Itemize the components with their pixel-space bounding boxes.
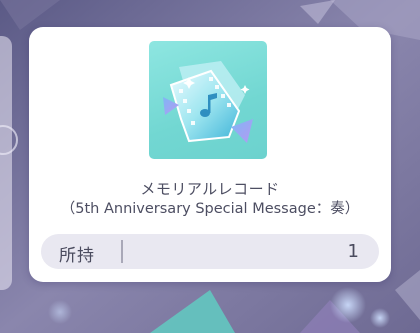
film-reel-music-icon [149, 41, 267, 159]
item-subtitle: （5th Anniversary Special Message：奏） [60, 201, 360, 217]
owned-count: 1 [347, 241, 359, 262]
owned-label: 所持 [59, 246, 95, 266]
side-panel-edge [0, 36, 12, 290]
item-name: メモリアルレコード [140, 180, 280, 198]
item-detail-card: メモリアルレコード （5th Anniversary Special Messa… [29, 27, 391, 282]
owned-count-bar: 所持 1 [41, 234, 379, 269]
divider [121, 240, 123, 263]
